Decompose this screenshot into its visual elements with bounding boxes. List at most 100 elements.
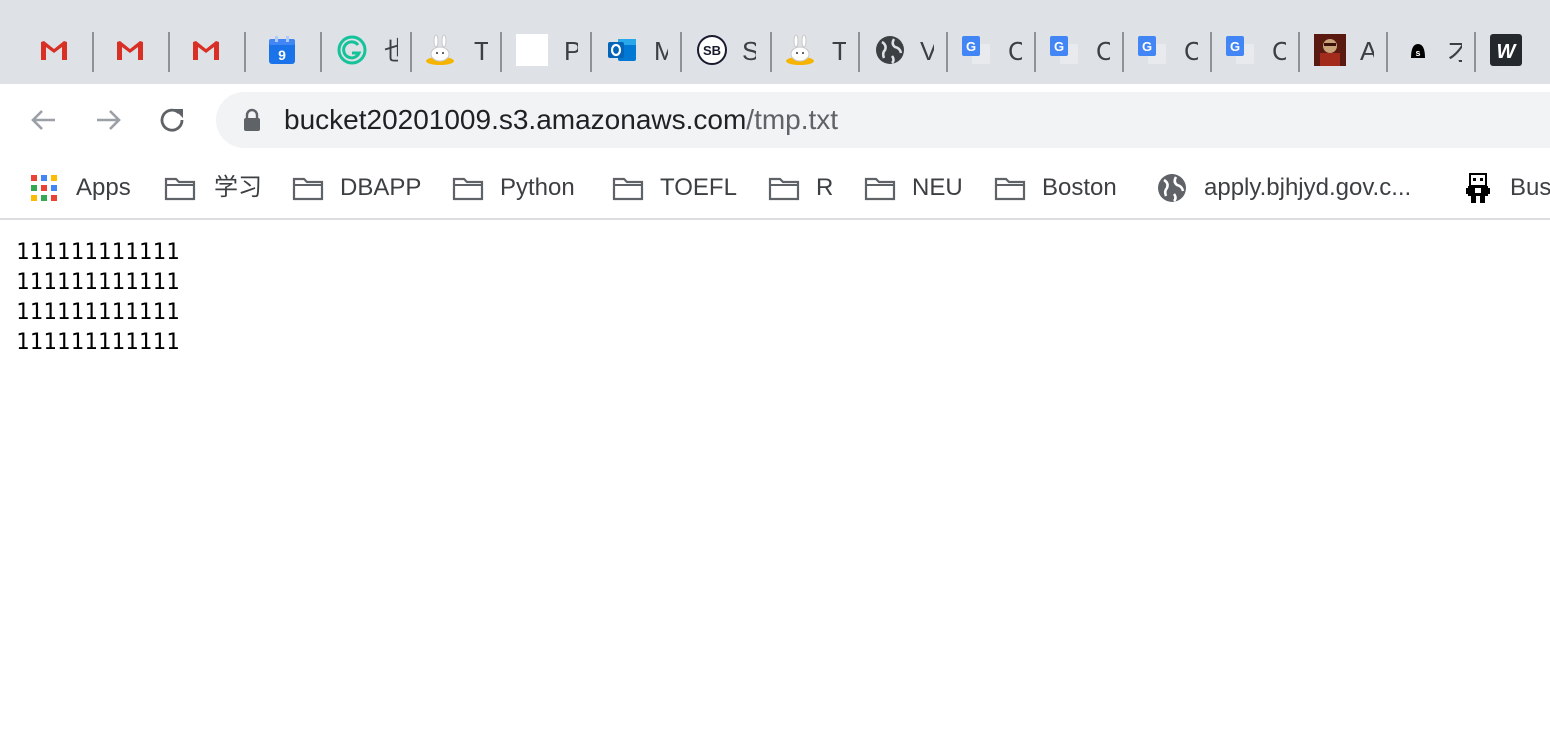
tab-separator [1298, 32, 1300, 72]
pixel-robot-icon [1466, 173, 1490, 203]
tab-title: P [564, 36, 578, 66]
bookmark-label: 学习 [214, 174, 262, 201]
tab-separator [858, 32, 860, 72]
url-path: /tmp.txt [746, 104, 839, 135]
bookmark-label: Python [500, 174, 575, 201]
tab-strip: 9 也 T P M SB S T V G C G C G C G C A s 才… [0, 0, 1550, 84]
bookmark-label: Boston [1042, 174, 1117, 201]
tab-bunny-2[interactable]: T [774, 18, 858, 82]
tab-title: S [742, 36, 756, 66]
bookmark-bus[interactable]: Bus [1462, 170, 1550, 206]
google-translate-icon: G [962, 36, 990, 64]
url-host: bucket20201009.s3.amazonaws.com [284, 104, 747, 135]
tab-title: V [920, 36, 934, 66]
url-text[interactable]: bucket20201009.s3.amazonaws.com/tmp.txt [284, 104, 838, 136]
tab-title: C [1096, 36, 1110, 66]
tab-gmail-3[interactable] [174, 18, 240, 82]
folder-icon [768, 177, 800, 201]
calendar-date-badge: 9 [278, 47, 286, 63]
bookmark-folder-dbapp[interactable]: DBAPP [292, 170, 432, 206]
apps-grid-icon [31, 175, 57, 201]
tab-separator [770, 32, 772, 72]
globe-icon [876, 36, 904, 64]
tab-separator [92, 32, 94, 72]
svg-text:G: G [1142, 39, 1152, 54]
bookmark-apps[interactable]: Apps [30, 170, 140, 206]
tab-title: M [654, 36, 668, 66]
tab-separator [320, 32, 322, 72]
lock-icon[interactable] [242, 108, 262, 132]
bookmark-folder-boston[interactable]: Boston [994, 170, 1134, 206]
bookmark-folder-python[interactable]: Python [452, 170, 592, 206]
tab-gmail-2[interactable] [98, 18, 164, 82]
tab-bunny-1[interactable]: T [414, 18, 498, 82]
tab-translate-1[interactable]: G C [950, 18, 1034, 82]
tab-dark-blob[interactable]: s 才 [1390, 18, 1474, 82]
address-bar[interactable]: bucket20201009.s3.amazonaws.com/tmp.txt [216, 92, 1550, 148]
tab-blank-page[interactable]: P [504, 18, 588, 82]
tab-separator [1034, 32, 1036, 72]
bookmark-folder-neu[interactable]: NEU [864, 170, 974, 206]
tab-title: T [832, 36, 846, 66]
tab-separator [1386, 32, 1388, 72]
tab-translate-2[interactable]: G C [1038, 18, 1122, 82]
folder-icon [292, 177, 324, 201]
bookmark-label: TOEFL [660, 174, 737, 201]
bookmark-folder-xuexi[interactable]: 学习 [164, 170, 274, 206]
tab-separator [1122, 32, 1124, 72]
tab-separator [946, 32, 948, 72]
gmail-icon [41, 41, 67, 60]
google-translate-icon: G [1050, 36, 1078, 64]
sb-icon: SB [697, 35, 727, 65]
svg-text:G: G [1230, 39, 1240, 54]
reload-button[interactable] [152, 100, 192, 140]
tab-translate-4[interactable]: G C [1214, 18, 1298, 82]
tab-outlook[interactable]: M [594, 18, 678, 82]
tab-title: 才 [1448, 36, 1462, 66]
page-content: 111111111111 111111111111 111111111111 1… [0, 222, 1550, 752]
tab-title: C [1272, 36, 1286, 66]
tab-separator [590, 32, 592, 72]
tab-w-logo[interactable]: W [1478, 18, 1550, 82]
dark-blob-letter: s [1415, 48, 1420, 58]
tab-gmail-1[interactable] [22, 18, 88, 82]
outlook-icon [608, 39, 636, 61]
back-button[interactable] [24, 100, 64, 140]
tab-translate-3[interactable]: G C [1126, 18, 1210, 82]
bookmark-label: Apps [76, 174, 131, 201]
browser-toolbar: bucket20201009.s3.amazonaws.com/tmp.txt [0, 84, 1550, 154]
tab-title: C [1184, 36, 1198, 66]
svg-text:G: G [966, 39, 976, 54]
bookmark-folder-toefl[interactable]: TOEFL [612, 170, 752, 206]
bookmark-apply-bjhjyd[interactable]: apply.bjhjyd.gov.c... [1156, 170, 1446, 206]
bunny-icon [786, 34, 814, 65]
bookmarks-bar: Apps 学习 DBAPP Python TOEFL R NEU Boston … [0, 154, 1550, 220]
forward-arrow-icon [97, 110, 121, 130]
tab-separator [500, 32, 502, 72]
gmail-icon [117, 41, 143, 60]
dark-blob-icon: s [1411, 44, 1425, 58]
reload-icon [160, 108, 184, 132]
tab-calendar[interactable]: 9 [250, 18, 316, 82]
folder-icon [612, 177, 644, 201]
tab-separator [1210, 32, 1212, 72]
bookmark-label: Bus [1510, 174, 1550, 201]
w-logo-icon: W [1490, 34, 1522, 66]
tab-title: 也 [384, 36, 398, 66]
tab-globe[interactable]: V [862, 18, 946, 82]
tab-grammarly[interactable]: 也 [326, 18, 408, 82]
forward-button[interactable] [88, 100, 128, 140]
w-logo-letter: W [1497, 41, 1518, 63]
calendar-icon: 9 [269, 36, 295, 64]
bookmark-folder-r[interactable]: R [768, 170, 848, 206]
bookmark-label: NEU [912, 174, 963, 201]
folder-icon [864, 177, 896, 201]
gmail-icon [193, 41, 219, 60]
tab-sb[interactable]: SB S [684, 18, 768, 82]
back-arrow-icon [31, 110, 55, 130]
tab-game[interactable]: A [1302, 18, 1386, 82]
bookmark-label: DBAPP [340, 174, 422, 201]
folder-icon [452, 177, 484, 201]
bookmark-label: apply.bjhjyd.gov.c... [1204, 174, 1412, 201]
globe-icon [1158, 174, 1186, 202]
